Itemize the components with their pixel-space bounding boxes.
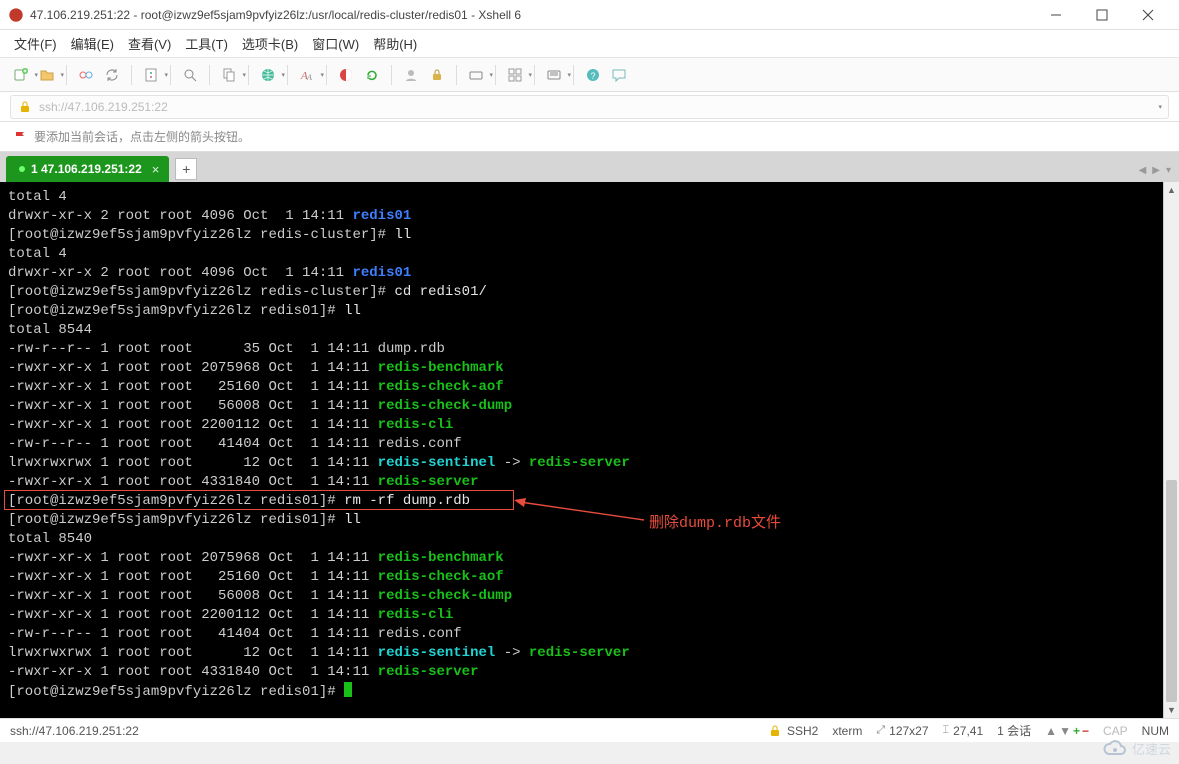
titlebar: 47.106.219.251:22 - root@izwz9ef5sjam9pv… [0, 0, 1179, 30]
menu-window[interactable]: 窗口(W) [312, 34, 359, 53]
tab-bar: 1 47.106.219.251:22 × + ◀ ▶ ▾ [0, 152, 1179, 182]
menu-help[interactable]: 帮助(H) [373, 34, 417, 53]
lock-icon[interactable] [426, 64, 448, 86]
status-sessions: 1 会话 [997, 722, 1031, 739]
minimize-button[interactable] [1033, 0, 1079, 30]
tab-label: 1 47.106.219.251:22 [31, 162, 142, 176]
toolbar: ▾ ▾ ▾ ▾ ▾ AA▾ ▾ ▾ ▾ ? [0, 58, 1179, 92]
menu-tabs[interactable]: 选项卡(B) [242, 34, 298, 53]
cursor-icon: ⌶ [943, 724, 950, 737]
cloud-icon [1102, 740, 1128, 758]
menu-tool[interactable]: 工具(T) [185, 34, 228, 53]
new-session-icon[interactable]: ▾ [10, 64, 32, 86]
disconnect-icon[interactable] [75, 64, 97, 86]
toolbar-sep [573, 65, 574, 85]
status-led-icon [19, 166, 25, 172]
status-address: ssh://47.106.219.251:22 [10, 724, 139, 738]
globe-icon[interactable]: ▾ [257, 64, 279, 86]
status-cap: CAP [1103, 724, 1128, 738]
help-icon[interactable]: ? [582, 64, 604, 86]
scroll-thumb[interactable] [1166, 480, 1177, 702]
history-del-icon[interactable]: − [1082, 724, 1089, 738]
svg-text:A: A [306, 73, 312, 82]
toolbar-sep [209, 65, 210, 85]
toolbar-sep [326, 65, 327, 85]
toolbar-sep [66, 65, 67, 85]
menu-edit[interactable]: 编辑(E) [71, 34, 114, 53]
new-tab-button[interactable]: + [175, 158, 197, 180]
terminal[interactable]: total 4 drwxr-xr-x 2 root root 4096 Oct … [0, 182, 1163, 718]
address-text: ssh://47.106.219.251:22 [39, 100, 168, 114]
history-up-icon[interactable]: ▲ [1045, 724, 1057, 738]
address-bar: ssh://47.106.219.251:22 ▾ [0, 92, 1179, 122]
chat-icon[interactable] [608, 64, 630, 86]
toolbar-sep [391, 65, 392, 85]
arrange-icon[interactable]: ▾ [504, 64, 526, 86]
toolbar-sep [248, 65, 249, 85]
properties-icon[interactable]: ▾ [140, 64, 162, 86]
status-bar: ssh://47.106.219.251:22 SSH2 xterm ⤢ 127x… [0, 718, 1179, 742]
watermark-text: 亿速云 [1132, 739, 1171, 758]
terminal-area: total 4 drwxr-xr-x 2 root root 4096 Oct … [0, 182, 1179, 718]
tab-nav: ◀ ▶ ▾ [1139, 165, 1171, 176]
scroll-up-icon[interactable]: ▲ [1164, 182, 1179, 198]
resize-icon: ⤢ [876, 724, 885, 737]
tab-close-icon[interactable]: × [152, 162, 160, 177]
flag-icon [12, 129, 28, 145]
svg-text:?: ? [591, 71, 596, 81]
status-size: 127x27 [889, 724, 928, 738]
lock-icon [17, 99, 33, 115]
refresh-icon[interactable] [361, 64, 383, 86]
chevron-down-icon[interactable]: ▾ [1158, 103, 1162, 111]
toolbar-sep [456, 65, 457, 85]
color-scheme-icon[interactable] [335, 64, 357, 86]
toolbar-sep [170, 65, 171, 85]
tab-list-icon[interactable]: ▾ [1166, 165, 1171, 176]
toolbar-sep [534, 65, 535, 85]
keyboard-icon[interactable]: ▾ [465, 64, 487, 86]
menubar: 文件(F) 编辑(E) 查看(V) 工具(T) 选项卡(B) 窗口(W) 帮助(… [0, 30, 1179, 58]
history-add-icon[interactable]: + [1073, 724, 1080, 738]
cursor [344, 682, 352, 697]
find-icon[interactable] [179, 64, 201, 86]
tab-prev-icon[interactable]: ◀ [1139, 165, 1147, 176]
toolbar-sep [495, 65, 496, 85]
status-pos: 27,41 [953, 724, 983, 738]
maximize-button[interactable] [1079, 0, 1125, 30]
scrollbar[interactable]: ▲ ▼ [1163, 182, 1179, 718]
menu-file[interactable]: 文件(F) [14, 34, 57, 53]
toolbar-sep [131, 65, 132, 85]
app-icon [8, 7, 24, 23]
history-down-icon[interactable]: ▼ [1059, 724, 1071, 738]
watermark: 亿速云 [1102, 739, 1171, 758]
lock-icon [767, 723, 783, 739]
status-term: xterm [832, 724, 862, 738]
reconnect-icon[interactable] [101, 64, 123, 86]
open-icon[interactable]: ▾ [36, 64, 58, 86]
scroll-down-icon[interactable]: ▼ [1164, 702, 1179, 718]
window-title: 47.106.219.251:22 - root@izwz9ef5sjam9pv… [30, 8, 1033, 22]
session-tab[interactable]: 1 47.106.219.251:22 × [6, 156, 169, 182]
user-icon[interactable] [400, 64, 422, 86]
copy-icon[interactable]: ▾ [218, 64, 240, 86]
toolbar-sep [287, 65, 288, 85]
status-num: NUM [1142, 724, 1169, 738]
settings-icon[interactable]: ▾ [543, 64, 565, 86]
address-input[interactable]: ssh://47.106.219.251:22 ▾ [10, 95, 1169, 119]
status-conn: SSH2 [787, 724, 818, 738]
menu-view[interactable]: 查看(V) [128, 34, 171, 53]
font-icon[interactable]: AA▾ [296, 64, 318, 86]
tab-next-icon[interactable]: ▶ [1152, 165, 1160, 176]
close-button[interactable] [1125, 0, 1171, 30]
hint-bar: 要添加当前会话，点击左侧的箭头按钮。 [0, 122, 1179, 152]
hint-text: 要添加当前会话，点击左侧的箭头按钮。 [34, 128, 250, 145]
